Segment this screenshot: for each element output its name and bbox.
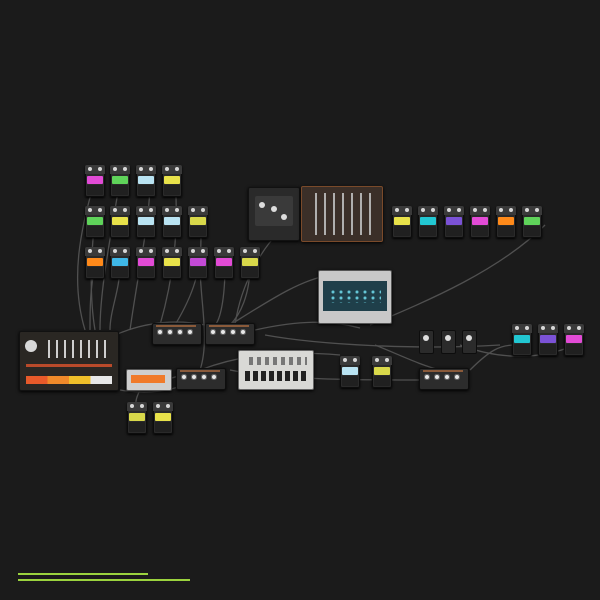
pedal-icon[interactable] [110,247,130,279]
pedal-icon[interactable] [538,324,558,356]
pedal-icon[interactable] [522,206,542,238]
pedal-icon[interactable] [188,247,208,279]
pedal-icon[interactable] [85,247,105,279]
pedal-icon[interactable] [162,206,182,238]
pedal-icon[interactable] [162,165,182,197]
pedal-icon[interactable] [85,165,105,197]
pedal-icon[interactable] [214,247,234,279]
pedal-icon[interactable] [110,165,130,197]
small-unit-icon[interactable] [441,330,456,354]
pedal-icon[interactable] [392,206,412,238]
pedal-icon[interactable] [496,206,516,238]
timeline-bar[interactable] [18,579,190,581]
pedal-icon[interactable] [136,165,156,197]
pedal-icon[interactable] [512,324,532,356]
sampler-screen [323,281,387,311]
pedal-icon[interactable] [340,356,360,388]
pedal-icon[interactable] [110,206,130,238]
pedal-icon[interactable] [372,356,392,388]
mixer-icon[interactable] [205,323,255,345]
pedal-icon[interactable] [470,206,490,238]
pedal-icon[interactable] [162,247,182,279]
pedal-icon[interactable] [127,402,147,434]
mixer-icon[interactable] [152,323,202,345]
pedal-icon[interactable] [564,324,584,356]
synth-panel[interactable] [301,186,383,242]
cable-layer [76,179,576,406]
mixer-icon[interactable] [419,368,469,390]
pedal-icon[interactable] [136,247,156,279]
pedal-icon[interactable] [136,206,156,238]
synth-icon[interactable] [248,187,300,241]
display-module[interactable] [126,369,172,391]
pedal-icon[interactable] [85,206,105,238]
tb303-icon[interactable] [238,350,314,390]
pedal-icon[interactable] [418,206,438,238]
small-unit-icon[interactable] [462,330,477,354]
sampler-icon[interactable] [318,270,392,324]
pedal-icon[interactable] [188,206,208,238]
timeline-bar[interactable] [18,573,148,575]
patch-canvas[interactable] [0,0,600,600]
small-unit-icon[interactable] [419,330,434,354]
pedal-icon[interactable] [153,402,173,434]
mixer-icon[interactable] [176,368,226,390]
pedal-icon[interactable] [444,206,464,238]
drum-machine-icon[interactable] [19,331,119,391]
pedal-icon[interactable] [240,247,260,279]
